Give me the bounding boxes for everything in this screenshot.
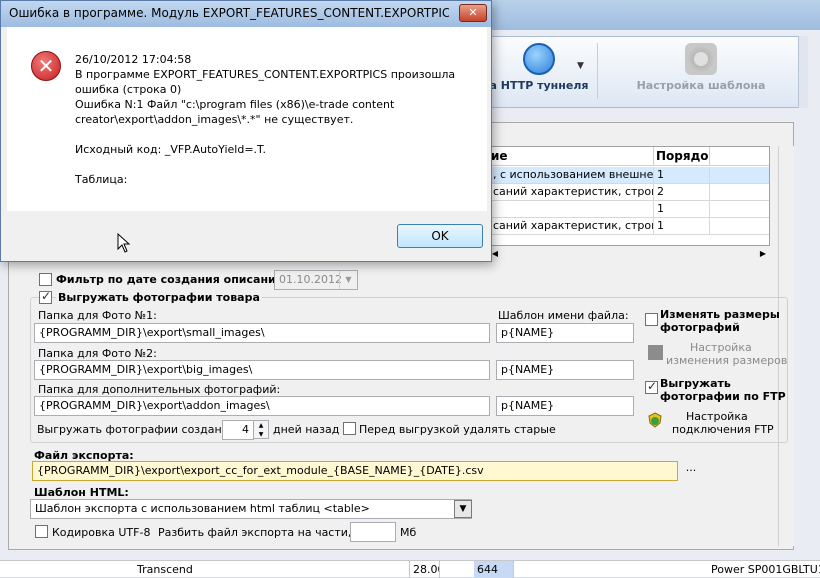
grid-cell-empty [709,167,769,184]
filename3-input[interactable]: p{NAME} [496,396,634,416]
background-table-strip: Transcend 28.00 644 Power SP001GBLTU1U6 [0,560,820,578]
table-row[interactable]: 1 [489,201,769,218]
created-days-label: Выгружать фотографии созданные [37,423,245,436]
ribbon-scrollbar[interactable] [798,36,808,108]
grid-cell-description [493,201,653,202]
dropdown-arrow-icon[interactable]: ▼ [577,61,584,71]
table-cell: 644 [474,561,514,578]
folder2-label: Папка для Фото №2: [38,347,157,360]
ok-button[interactable]: OK [397,224,483,248]
split-unit-label: Мб [400,526,417,539]
resize-label-line2: фотографий [660,321,740,334]
error-message-line2: ошибка (строка 0) [75,83,182,96]
resize-settings-line1[interactable]: Настройка [690,341,752,354]
folder-extra-label: Папка для дополнительных фотографий: [38,383,281,396]
resize-settings-icon[interactable] [648,345,663,360]
date-filter-label: Фильтр по дате создания описаний [56,273,284,286]
utf8-label: Кодировка UTF-8 [52,526,151,539]
close-button[interactable]: ✕ [459,4,487,22]
ftp-label-line1: Выгружать [660,377,731,390]
filename1-input[interactable]: p{NAME} [496,323,634,343]
grid-cell-order: 1 [653,201,709,218]
error-message-line3: Ошибка N:1 Файл "c:\program files (x86)\… [75,98,395,111]
date-filter-checkbox[interactable] [39,273,52,286]
ftp-shield-icon[interactable] [647,412,663,428]
error-icon: ✕ [31,51,61,81]
ftp-settings-line2[interactable]: подключения FTP [672,423,774,436]
http-tunnel-button[interactable]: а HTTP туннеля [489,41,589,103]
error-dialog-title: Ошибка в программе. Модуль EXPORT_FEATUR… [9,6,449,20]
export-photos-label: Выгружать фотографии товара [56,291,262,304]
grid-header-empty [709,147,769,166]
folder2-input[interactable]: {PROGRAMM_DIR}\export\big_images\ [34,360,490,380]
chevron-down-icon[interactable]: ▼ [454,500,472,518]
days-suffix-label: дней назад [273,423,340,436]
grid-header-order[interactable]: Порядок [653,147,717,166]
grid-cell-description: саний характеристик, строки в [493,185,653,198]
http-tunnel-label: а HTTP туннеля [489,79,589,92]
scroll-right-icon[interactable]: ▶ [756,247,770,261]
resize-checkbox[interactable] [645,313,658,326]
spin-down-icon[interactable]: ▼ [254,430,268,439]
grid-cell-description: , с использованием внешнего м [493,168,653,181]
split-size-input[interactable] [350,522,396,542]
delete-old-checkbox[interactable] [343,422,356,435]
folder1-input[interactable]: {PROGRAMM_DIR}\export\small_images\ [34,323,490,343]
error-dialog-title-bar[interactable]: Ошибка в программе. Модуль EXPORT_FEATUR… [1,1,491,27]
utf8-checkbox[interactable] [35,525,48,538]
error-message-line1: В программе EXPORT_FEATURES_CONTENT.EXPO… [75,68,456,81]
table-row[interactable]: саний характеристик, строки в 2 [489,184,769,201]
resize-label-line1: Изменять размеры [660,308,780,321]
folder-extra-input[interactable]: {PROGRAMM_DIR}\export\addon_images\ [34,396,490,416]
grid-cell-order: 1 [653,218,709,235]
grid-cell-order: 1 [653,167,709,184]
filename2-input[interactable]: p{NAME} [496,360,634,380]
table-cell: Transcend [134,561,410,578]
error-table-label: Таблица: [75,173,128,186]
split-label: Разбить файл экспорта на части, по: [158,526,373,539]
export-photos-checkbox[interactable] [39,289,52,304]
calendar-dropdown-icon[interactable]: ▼ [339,271,357,289]
grid-horizontal-scrollbar[interactable] [488,247,770,261]
days-input[interactable]: 4 [222,420,254,440]
delete-old-label: Перед выгрузкой удалять старые [359,423,556,436]
features-grid: ие Порядок , с использованием внешнего м… [488,146,770,246]
table-cell: 28.00 [410,561,440,578]
grid-cell-order: 2 [653,184,709,201]
filename-template-label: Шаблон имени файла: [498,309,629,322]
grid-cell-empty [709,184,769,201]
error-timestamp: 26/10/2012 17:04:58 [75,53,192,66]
browse-button[interactable]: ... [682,461,700,479]
grid-cell-empty [709,201,769,218]
ribbon: а HTTP туннеля ▼ Настройка шаблона [488,36,806,108]
html-template-select[interactable]: Шаблон экспорта с использованием html та… [30,499,472,519]
grid-cell-description: саний характеристик, строки в [493,219,653,232]
template-settings-button[interactable]: Настройка шаблона [601,41,801,103]
ftp-label-line2: фотографии по FTP [660,390,786,403]
html-template-label: Шаблон HTML: [34,486,129,499]
table-row[interactable]: саний характеристик, строки в 1 [489,218,769,235]
error-message-line4: creator\export\addon_images\*.*" не суще… [75,113,354,126]
grid-cell-empty [709,218,769,235]
ftp-checkbox[interactable] [645,379,658,394]
export-file-input[interactable]: {PROGRAMM_DIR}\export\export_cc_for_ext_… [32,461,678,481]
spin-up-icon[interactable]: ▲ [254,421,268,430]
grid-header-description[interactable]: ие [489,147,653,166]
ribbon-separator [597,43,598,99]
table-row[interactable]: , с использованием внешнего м 1 [489,167,769,184]
days-spinner[interactable]: ▲ ▼ [253,420,269,439]
mouse-cursor-icon [117,233,131,253]
download-globe-icon [523,43,555,75]
resize-settings-line2[interactable]: изменения размеров [666,354,787,367]
table-cell: Power SP001GBLTU1U6 [711,563,820,576]
error-dialog: Ошибка в программе. Модуль EXPORT_FEATUR… [0,0,492,262]
ftp-settings-line1[interactable]: Настройка [686,410,748,423]
folder1-label: Папка для Фото №1: [38,309,157,322]
template-settings-label: Настройка шаблона [636,79,766,92]
gear-icon [685,43,717,75]
error-source-code: Исходный код: _VFP.AutoYield=.T. [75,143,266,156]
